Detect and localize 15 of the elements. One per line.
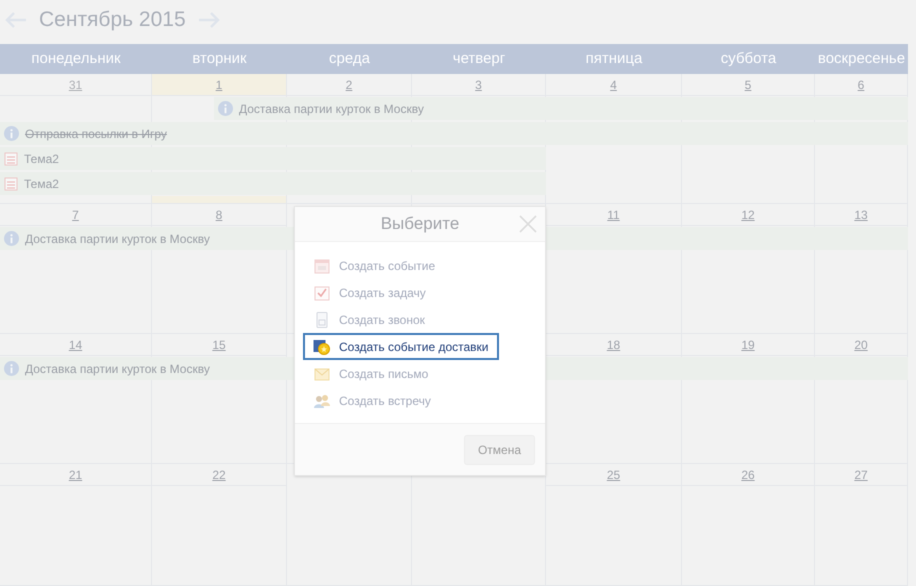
month-title: Сентябрь 2015 xyxy=(39,7,186,34)
event-title: Отправка посылки в Игру xyxy=(25,126,167,142)
event-title: Доставка партии курток в Москву xyxy=(25,360,210,378)
weekday-header: среда xyxy=(328,48,371,69)
dialog-title: Выберите xyxy=(380,213,460,236)
weekday-header: понедельник xyxy=(30,48,122,69)
weekday-header: пятница xyxy=(584,48,644,69)
weekday-header: четверг xyxy=(452,48,506,69)
event-title: Тема2 xyxy=(24,176,59,192)
weekday-header: суббота xyxy=(720,48,778,69)
weekday-header: вторник xyxy=(191,48,248,69)
event-title: Тема2 xyxy=(24,150,59,168)
event-title: Доставка партии курток в Москву xyxy=(239,100,424,118)
event-title: Доставка партии курток в Москву xyxy=(25,230,210,248)
weekday-header: воскресенье xyxy=(816,48,906,69)
